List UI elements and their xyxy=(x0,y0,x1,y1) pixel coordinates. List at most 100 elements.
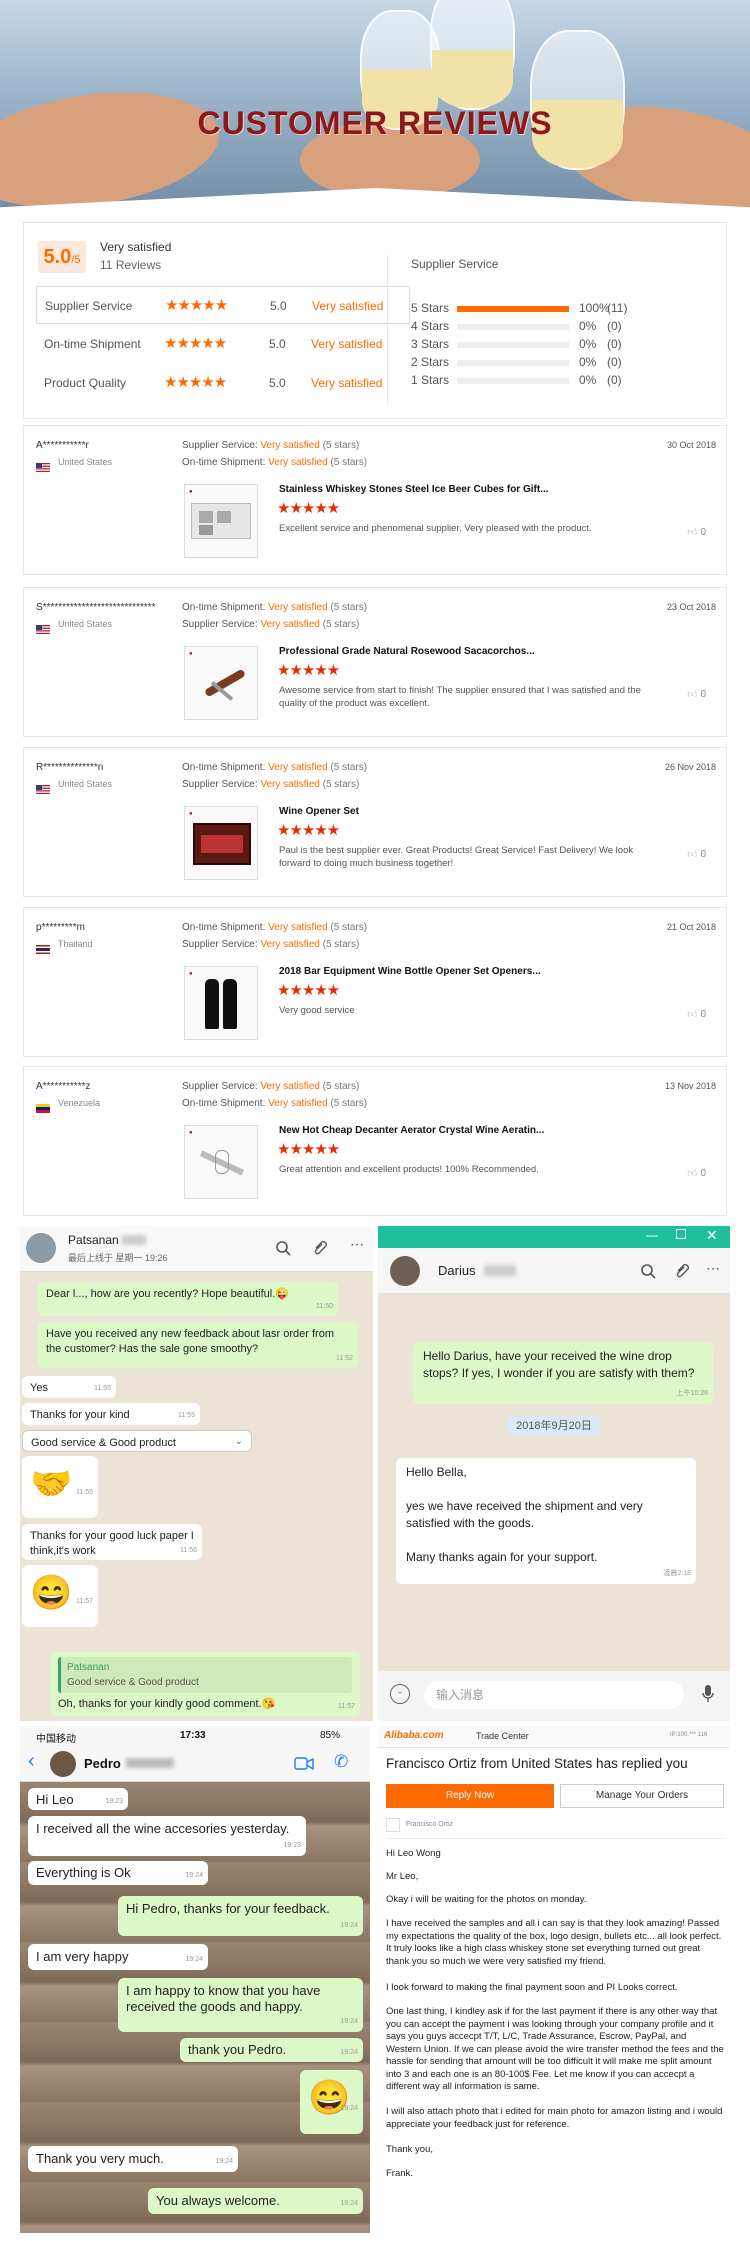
attach-icon[interactable] xyxy=(674,1263,690,1279)
star-row-fill xyxy=(457,306,569,312)
mail-divider xyxy=(386,1838,724,1839)
message-out: You always welcome. 19:24 xyxy=(148,2188,363,2214)
more-icon[interactable]: ⋯ xyxy=(706,1260,720,1277)
thumbs-up-icon: 👍︎ xyxy=(687,1009,698,1020)
divider xyxy=(387,255,388,405)
avatar[interactable] xyxy=(390,1256,420,1286)
star-row[interactable]: 5 Stars 100% (11) xyxy=(411,301,711,317)
message-in: Hello Bella, yes we have received the sh… xyxy=(396,1458,696,1584)
product-link[interactable]: Wine Opener Set xyxy=(279,806,359,817)
dimension-supplier-service[interactable]: Supplier Service ★★★★★ 5.0 Very satisfie… xyxy=(36,286,410,324)
mail-greeting: Hi Leo Wong xyxy=(386,1848,441,1859)
star-row-count: (0) xyxy=(607,373,622,387)
maximize-icon[interactable] xyxy=(676,1229,686,1239)
product-link[interactable]: 2018 Bar Equipment Wine Bottle Opener Se… xyxy=(279,966,541,977)
battery-level: 85% xyxy=(320,1730,341,1741)
product-thumbnail[interactable]: ● xyxy=(184,966,258,1040)
like-button[interactable]: 👍︎ 0 xyxy=(687,848,706,860)
dimension-product-quality[interactable]: Product Quality ★★★★★ 5.0 Very satisfied xyxy=(36,364,410,402)
star-breakdown-heading: Supplier Service xyxy=(411,257,499,271)
star-rating: ★★★★★ xyxy=(164,335,227,352)
dimension-on-time-shipment[interactable]: On-time Shipment ★★★★★ 5.0 Very satisfie… xyxy=(36,325,410,363)
buyer-country: United States xyxy=(58,779,113,789)
phone-icon[interactable]: ✆ xyxy=(334,1752,348,1772)
country-flag-icon xyxy=(36,459,50,472)
buyer-name: R**************n xyxy=(36,762,104,773)
back-icon[interactable]: ‹ xyxy=(28,1750,35,1773)
overall-satisfaction: Very satisfied xyxy=(100,240,172,254)
product-stars: ★★★★★ xyxy=(277,500,340,517)
chat-pedro: 中国移动 17:33 85% ‹ Pedro ✆ Hi Leo 19:23 I r… xyxy=(20,1726,370,2233)
search-icon[interactable] xyxy=(640,1263,656,1279)
product-link[interactable]: Professional Grade Natural Rosewood Saca… xyxy=(279,646,535,657)
message-out: Dear l..., how are you recently? Hope be… xyxy=(38,1282,338,1316)
message-in: Thank you very much. 19:24 xyxy=(28,2146,238,2172)
message-in: 🤝 11:55 xyxy=(22,1456,98,1518)
message-in: Everything is Ok 19:24 xyxy=(28,1861,208,1885)
buyer-name: A***********z xyxy=(36,1081,91,1092)
blurred-surname xyxy=(484,1265,516,1276)
blurred-surname xyxy=(122,1235,146,1245)
mail-closing: Thank you, xyxy=(386,2144,433,2155)
contact-name[interactable]: Darius xyxy=(438,1263,476,1278)
like-button[interactable]: 👍︎ 0 xyxy=(687,1167,706,1179)
alibaba-email: Alibaba.com Trade Center IP:100.*** 116 … xyxy=(378,1726,730,2233)
microphone-icon[interactable] xyxy=(702,1685,714,1703)
rating-summary: 5.0/5 Very satisfied 11 Reviews Supplier… xyxy=(23,222,727,419)
star-row-label: 4 Stars xyxy=(411,319,450,333)
avatar[interactable] xyxy=(26,1233,56,1263)
minimize-icon[interactable]: — xyxy=(646,1228,658,1242)
search-icon[interactable] xyxy=(275,1240,291,1256)
like-button[interactable]: 👍︎ 0 xyxy=(687,1008,706,1020)
message-out: Have you received any new feedback about… xyxy=(38,1322,358,1368)
manage-orders-button[interactable]: Manage Your Orders xyxy=(560,1784,724,1808)
ip-address: IP:100.*** 116 xyxy=(670,1732,708,1738)
star-row[interactable]: 4 Stars 0% (0) xyxy=(411,319,711,335)
product-stars: ★★★★★ xyxy=(277,662,340,679)
thumbs-up-icon: 👍︎ xyxy=(687,1168,698,1179)
mail-paragraph: I look forward to making the final payme… xyxy=(386,1982,678,1993)
star-rating: ★★★★★ xyxy=(165,297,228,314)
star-row-percent: 0% xyxy=(579,337,597,351)
attach-icon[interactable] xyxy=(312,1240,328,1256)
product-link[interactable]: New Hot Cheap Decanter Aerator Crystal W… xyxy=(279,1125,544,1136)
chat-header: ‹ Pedro ✆ xyxy=(20,1746,370,1782)
clock: 17:33 xyxy=(180,1730,206,1741)
star-row[interactable]: 2 Stars 0% (0) xyxy=(411,355,711,371)
contact-name[interactable]: Patsanan xyxy=(68,1233,119,1247)
review-text: Great attention and excellent products! … xyxy=(279,1164,539,1175)
video-call-icon[interactable] xyxy=(294,1757,314,1771)
star-row-count: (0) xyxy=(607,319,622,333)
star-row-bar xyxy=(457,378,569,384)
rating-line: Supplier Service: Very satisfied (5 star… xyxy=(182,939,360,950)
product-thumbnail[interactable]: ● xyxy=(184,484,258,558)
hero-title: CUSTOMER REVIEWS xyxy=(197,105,553,141)
sender-name: Francisco Ortiz xyxy=(406,1821,454,1828)
emoji-icon[interactable]: ᵕ xyxy=(390,1684,410,1704)
star-row[interactable]: 3 Stars 0% (0) xyxy=(411,337,711,353)
buyer-country: Thailand xyxy=(58,939,93,949)
hand-left xyxy=(0,77,227,218)
product-link[interactable]: Stainless Whiskey Stones Steel Ice Beer … xyxy=(279,484,549,495)
close-icon[interactable]: ✕ xyxy=(706,1227,718,1244)
alibaba-logo: Alibaba.com xyxy=(384,1730,444,1741)
like-button[interactable]: 👍︎ 0 xyxy=(687,688,706,700)
reply-now-button[interactable]: Reply Now xyxy=(386,1784,554,1808)
like-button[interactable]: 👍︎ 0 xyxy=(687,526,706,538)
message-in: I received all the wine accesories yeste… xyxy=(28,1816,306,1856)
review-card: p*********m Thailand On-time Shipment: Ver… xyxy=(23,907,727,1057)
message-input[interactable]: 输入消息 xyxy=(424,1681,684,1709)
star-row-bar xyxy=(457,324,569,330)
buyer-country: United States xyxy=(58,457,113,467)
last-seen: 最后上线于 星期一 19:26 xyxy=(68,1253,168,1263)
product-thumbnail[interactable]: ● xyxy=(184,806,258,880)
more-icon[interactable]: ⋯ xyxy=(350,1236,364,1253)
star-row-count: (0) xyxy=(607,355,622,369)
contact-name[interactable]: Pedro xyxy=(84,1756,121,1771)
star-row[interactable]: 1 Stars 0% (0) xyxy=(411,373,711,389)
message-out: Hello Darius, have your received the win… xyxy=(413,1342,713,1404)
product-thumbnail[interactable]: ● xyxy=(184,1125,258,1199)
avatar[interactable] xyxy=(50,1751,76,1777)
product-thumbnail[interactable]: ● xyxy=(184,646,258,720)
message-in[interactable]: Good service & Good product ⌄ xyxy=(22,1430,252,1452)
